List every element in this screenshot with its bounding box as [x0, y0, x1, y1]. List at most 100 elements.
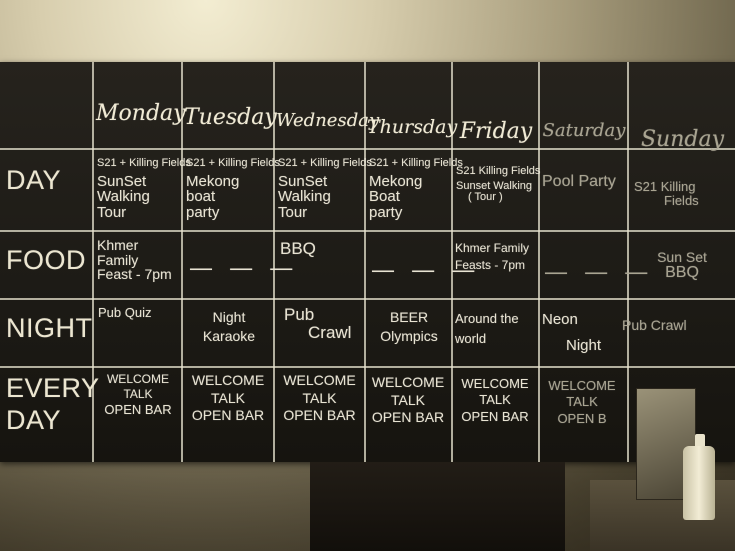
day-header-wednesday: Wednesday — [276, 110, 380, 131]
cell-line: OPEN B — [557, 410, 607, 426]
cell-line: SunSet — [278, 172, 328, 190]
cell-line: Night — [212, 309, 246, 325]
cell-line: Karaoke — [202, 327, 256, 344]
cell-line: Boat — [369, 188, 400, 206]
day-cell-saturday: Pool Party — [542, 173, 626, 191]
cell-line: SunSet — [97, 172, 147, 190]
food-cell-thursday: — — — — [372, 257, 481, 282]
cell-line: party — [369, 204, 403, 222]
cell-line: BBQ — [665, 263, 699, 281]
day-header-thursday: Thursday — [367, 116, 458, 138]
grid-line-h1 — [0, 148, 735, 150]
day-header-tuesday: Tuesday — [184, 105, 277, 130]
row-header-day: DAY — [6, 165, 62, 195]
cell-line: S21 Killing Fields — [456, 165, 541, 177]
cell-line: S21 + Killing Fields — [278, 157, 372, 169]
food-cell-friday: Khmer Family Feasts - 7pm — [455, 242, 537, 271]
cell-line: TALK — [123, 387, 153, 401]
cell-line: TALK — [302, 389, 337, 406]
cell-line: Mekong — [369, 172, 423, 190]
food-cell-saturday: — — — — [545, 259, 654, 284]
food-cell-sunday: Sun Set BBQ — [634, 250, 730, 281]
cell-line: TALK — [211, 389, 245, 406]
cell-line: boat — [186, 188, 216, 206]
cell-line: OPEN BAR — [104, 402, 172, 417]
day-cell-sunday: S21 Killing Fields — [634, 180, 732, 207]
grid-line-h2 — [0, 230, 735, 232]
day-header-sunday: Sunday — [640, 127, 725, 152]
cell-line: S21 Killing — [634, 179, 696, 194]
cell-line: S21 + Killing Fields — [369, 157, 463, 169]
cell-line: Khmer — [97, 237, 139, 253]
cell-line: WELCOME — [371, 374, 445, 390]
cell-line: OPEN BAR — [283, 407, 356, 423]
cell-line: Family — [97, 251, 139, 268]
cell-line: Walking — [97, 188, 150, 206]
day-cell-wednesday: S21 + Killing Fields SunSet Walking Tour — [278, 157, 372, 222]
cell-line: Pool Party — [542, 173, 616, 190]
food-cell-wednesday: BBQ — [280, 239, 316, 258]
cell-line: S21 + Killing Fields — [97, 157, 191, 169]
cell-line: Olympics — [380, 327, 438, 344]
cell-line: Sun Set — [657, 249, 707, 265]
night-cell-thursday: BEER Olympics — [368, 310, 450, 343]
cell-line: Tour — [97, 204, 127, 222]
cell-line: Night — [566, 336, 602, 354]
row-header-night: NIGHT — [6, 313, 93, 343]
night-cell-friday: Around the world — [455, 312, 537, 345]
sanitizer-bottle — [683, 446, 715, 520]
cell-line: Mekong — [186, 172, 240, 190]
grid-line-h4 — [0, 366, 735, 368]
cell-line: WELCOME — [106, 372, 169, 386]
night-cell-monday: Pub Quiz — [98, 305, 152, 320]
cell-line: world — [455, 330, 487, 346]
cell-line: Around the — [455, 311, 519, 326]
day-cell-monday: S21 + Killing Fields SunSet Walking Tour — [97, 157, 191, 222]
cell-line: Khmer Family — [455, 241, 530, 255]
day-cell-tuesday: S21 + Killing Fields Mekong boat party — [186, 157, 280, 222]
cell-line: Walking — [278, 188, 331, 206]
day-cell-thursday: S21 + Killing Fields Mekong Boat party — [369, 157, 463, 222]
everyday-cell-tuesday: WELCOME TALK OPEN BAR — [183, 372, 273, 425]
everyday-cell-thursday: WELCOME TALK OPEN BAR — [365, 374, 451, 427]
food-cell-tuesday: — — — — [190, 255, 299, 280]
cell-line: Feasts - 7pm — [455, 257, 526, 272]
cell-line: party — [186, 204, 220, 222]
day-header-friday: Friday — [459, 119, 533, 144]
cell-line: Crawl — [308, 322, 352, 342]
cell-line: ( Tour ) — [468, 191, 503, 204]
cell-line: Pub — [284, 305, 315, 324]
cell-line: WELCOME — [461, 376, 529, 391]
day-header-saturday: Saturday — [542, 120, 626, 141]
cell-line: Neon — [542, 311, 578, 328]
cell-line: TALK — [391, 391, 425, 408]
row-header-every-day: EVERY DAY — [6, 373, 100, 436]
night-cell-sunday: Pub Crawl — [622, 317, 687, 333]
cell-line: WELCOME — [283, 372, 356, 388]
grid-line-h3 — [0, 298, 735, 300]
cell-line: OPEN BAR — [461, 408, 529, 424]
cell-line: OPEN BAR — [371, 409, 445, 425]
night-cell-tuesday: Night Karaoke — [186, 310, 272, 343]
cell-line: WELCOME — [548, 378, 616, 393]
cell-line: TALK — [479, 392, 511, 408]
cell-line: WELCOME — [191, 372, 265, 388]
cell-line: OPEN BAR — [191, 407, 265, 423]
day-cell-friday: S21 Killing Fields Sunset Walking ( Tour… — [456, 165, 541, 204]
cell-line: BEER — [389, 309, 429, 325]
night-cell-wednesday: Pub Crawl — [280, 306, 362, 342]
night-cell-saturday: Neon Night — [542, 312, 626, 354]
everyday-cell-wednesday: WELCOME TALK OPEN BAR — [275, 372, 364, 425]
foreground-chair — [310, 462, 565, 551]
everyday-cell-friday: WELCOME TALK OPEN BAR — [452, 376, 538, 425]
cell-line: Tour — [278, 204, 308, 222]
cell-line: Feast - 7pm — [97, 266, 172, 283]
cell-line: TALK — [566, 394, 598, 410]
cell-line: Fields — [664, 192, 699, 208]
everyday-cell-saturday: WELCOME TALK OPEN B — [538, 378, 626, 427]
food-cell-monday: Khmer Family Feast - 7pm — [97, 238, 179, 282]
cell-line: S21 + Killing Fields — [186, 157, 280, 169]
chalkboard: Monday Tuesday Wednesday Thursday Friday… — [0, 62, 735, 462]
everyday-cell-monday: WELCOME TALK OPEN BAR — [94, 372, 182, 418]
row-header-food: FOOD — [6, 245, 86, 275]
